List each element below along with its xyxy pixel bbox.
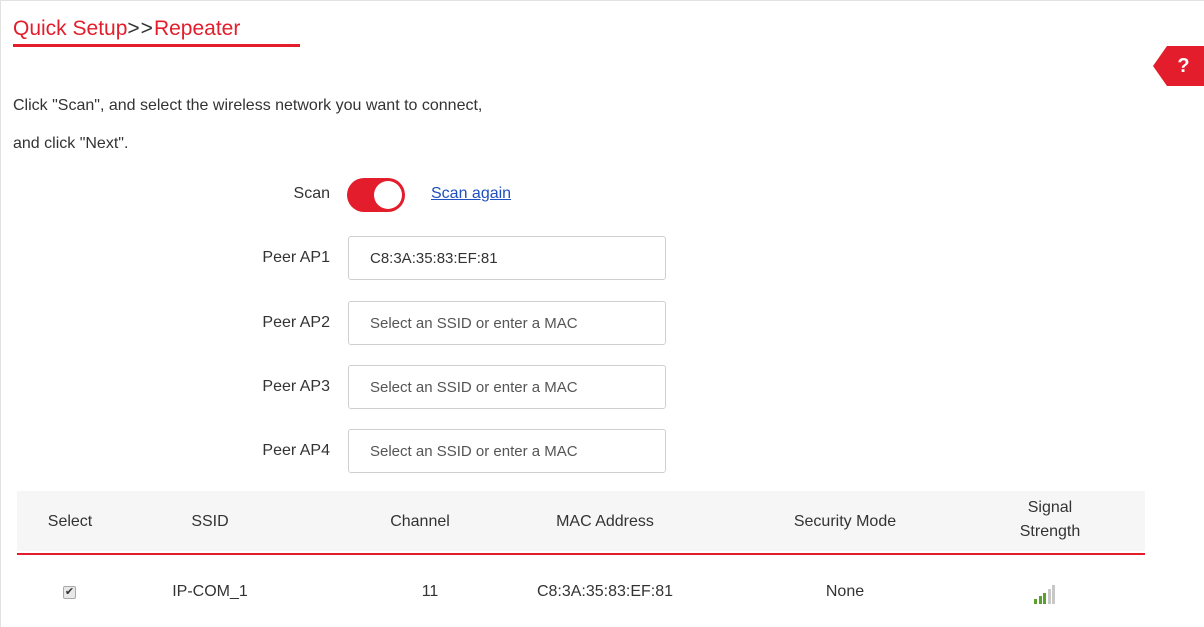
column-header-channel: Channel <box>390 513 450 530</box>
scan-label: Scan <box>293 185 330 202</box>
peer-ap4-label: Peer AP4 <box>262 442 330 459</box>
help-icon[interactable]: ? <box>1153 46 1204 86</box>
frame-top-border <box>0 0 1204 1</box>
column-header-select: Select <box>47 513 93 530</box>
peer-ap4-input[interactable] <box>348 429 666 473</box>
scan-again-link[interactable]: Scan again <box>431 185 511 203</box>
instruction-line-1: Click "Scan", and select the wireless ne… <box>13 97 483 114</box>
peer-ap2-label: Peer AP2 <box>262 314 330 331</box>
peer-ap3-input[interactable] <box>348 365 666 409</box>
row-ssid: IP-COM_1 <box>172 583 248 600</box>
table-header-divider <box>17 553 1145 555</box>
column-header-security-mode: Security Mode <box>793 513 897 530</box>
scan-toggle[interactable] <box>347 178 405 212</box>
signal-bar <box>1038 596 1042 604</box>
column-header-ssid: SSID <box>191 513 229 530</box>
row-channel: 11 <box>421 583 439 600</box>
row-select-checkbox[interactable]: ✔ <box>63 586 76 599</box>
column-header-mac-address: MAC Address <box>556 513 654 530</box>
signal-bar <box>1052 585 1055 604</box>
column-header-signal-line1: Signal <box>1027 499 1073 516</box>
peer-ap1-label: Peer AP1 <box>262 249 330 266</box>
title-underline <box>13 44 300 47</box>
signal-bar <box>1043 593 1046 604</box>
signal-bar <box>1047 589 1051 604</box>
row-mac-address: C8:3A:35:83:EF:81 <box>536 583 674 600</box>
row-security-mode: None <box>825 583 865 600</box>
instruction-line-2: and click "Next". <box>13 135 129 152</box>
breadcrumb-separator: >> <box>127 17 154 40</box>
peer-ap2-input[interactable] <box>348 301 666 345</box>
peer-ap1-input[interactable] <box>348 236 666 280</box>
column-header-signal-line2: Strength <box>1019 523 1081 540</box>
signal-strength-icon <box>1032 580 1058 606</box>
peer-ap3-label: Peer AP3 <box>262 378 330 395</box>
breadcrumb-quick-setup: Quick Setup <box>13 17 128 40</box>
column-header-signal-strength: Signal Strength <box>1000 496 1100 544</box>
scan-toggle-knob <box>374 181 402 209</box>
page-title: Quick Setup>>Repeater <box>13 16 240 42</box>
signal-bar <box>1034 599 1037 604</box>
breadcrumb-repeater: Repeater <box>153 17 241 40</box>
